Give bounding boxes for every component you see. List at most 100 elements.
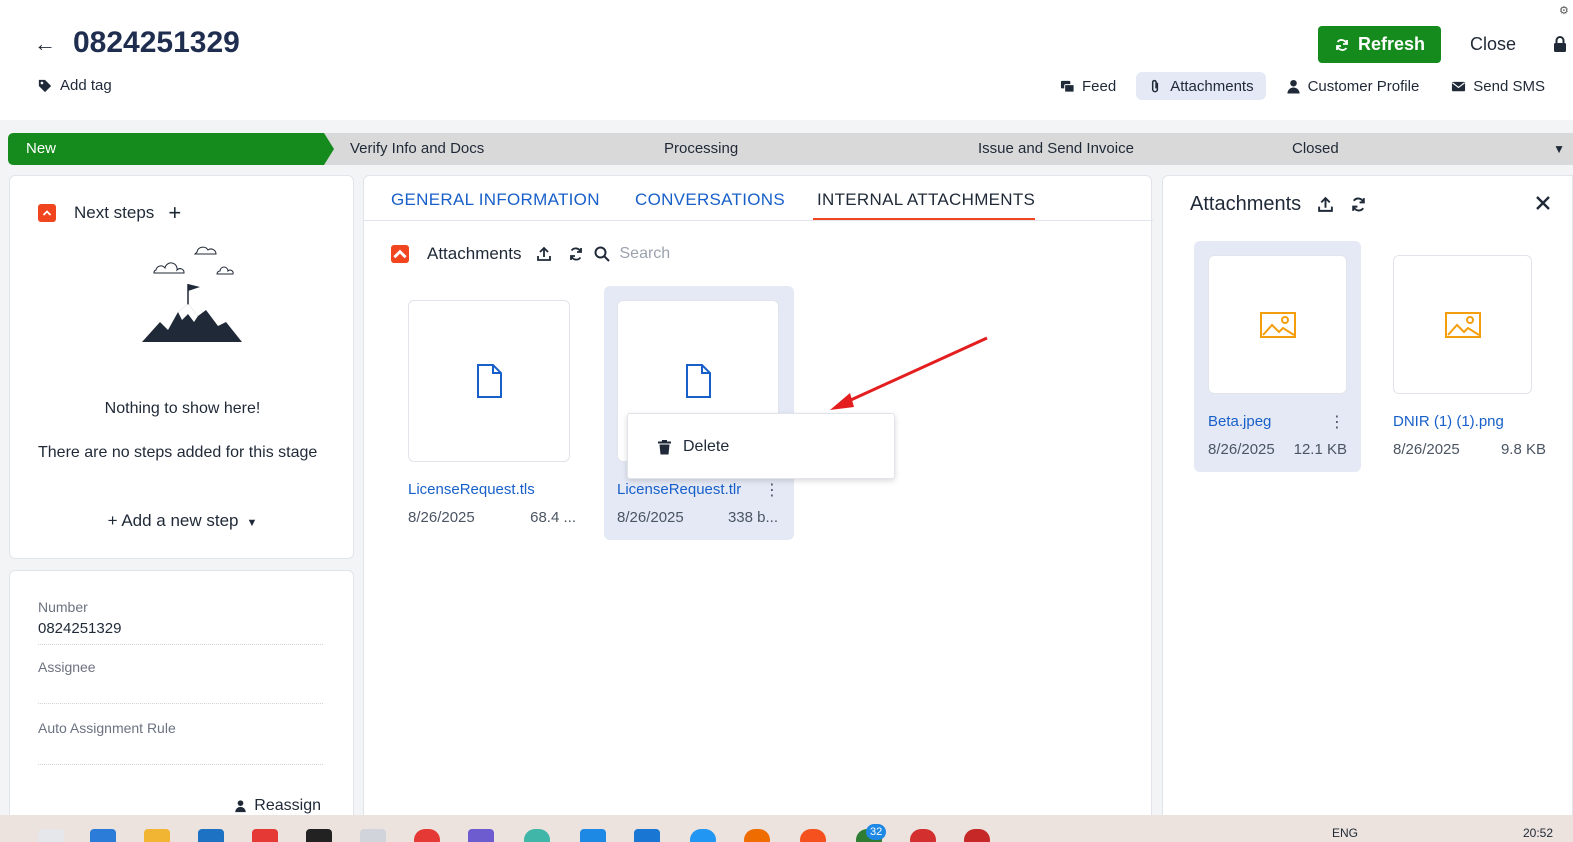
file-name[interactable]: LicenseRequest.tls <box>408 481 535 498</box>
stage-new[interactable]: New <box>8 133 338 165</box>
file-thumbnail[interactable] <box>408 300 570 462</box>
stage-dropdown-icon[interactable]: ▼ <box>1553 133 1565 165</box>
image-thumbnail[interactable] <box>1208 255 1347 394</box>
image-thumbnail[interactable] <box>1393 255 1532 394</box>
tab-internal-attachments[interactable]: INTERNAL ATTACHMENTS <box>817 190 1035 210</box>
field-divider <box>38 703 323 704</box>
mountain-flag-illustration <box>142 246 242 342</box>
taskbar-app-icon[interactable] <box>468 829 494 842</box>
reassign-button[interactable]: Reassign <box>234 797 321 815</box>
caret-down-icon[interactable]: ▼ <box>247 517 258 529</box>
delete-menu-item[interactable]: Delete <box>658 438 729 456</box>
feed-icon <box>1060 80 1075 93</box>
file-date: 8/26/2025 <box>408 509 475 526</box>
taskbar-app-icon[interactable] <box>580 829 606 842</box>
more-options-icon[interactable]: ⋮ <box>764 480 780 500</box>
stage-processing[interactable]: Processing <box>638 133 966 165</box>
collapse-toggle-icon[interactable] <box>38 204 56 222</box>
gear-icon[interactable]: ⚙ <box>1559 4 1569 17</box>
plus-icon: + <box>107 511 122 530</box>
language-indicator[interactable]: ENG <box>1332 826 1358 840</box>
taskbar-app-icon[interactable] <box>524 829 550 842</box>
taskbar-app-icon[interactable] <box>690 829 716 842</box>
image-card[interactable]: Beta.jpeg ⋮ 8/26/2025 12.1 KB <box>1194 241 1361 472</box>
clock[interactable]: 20:52 <box>1523 826 1553 840</box>
image-size: 9.8 KB <box>1500 441 1546 458</box>
notification-badge: 32 <box>866 824 887 840</box>
document-icon <box>686 364 711 398</box>
tag-icon <box>38 79 52 92</box>
collapse-toggle-icon[interactable] <box>391 245 409 263</box>
taskbar-app-icon[interactable] <box>800 829 826 842</box>
nav-tab-customer-profile[interactable]: Customer Profile <box>1274 72 1432 100</box>
taskbar-app-icon[interactable] <box>306 829 332 842</box>
taskbar-app-icon[interactable] <box>414 829 440 842</box>
stage-closed[interactable]: Closed <box>1266 133 1573 165</box>
refresh-button[interactable]: Refresh <box>1318 26 1441 63</box>
upload-icon[interactable] <box>1317 196 1334 213</box>
more-options-icon[interactable]: ⋮ <box>1329 412 1345 432</box>
taskbar-app-icon[interactable] <box>910 829 936 842</box>
taskbar-app-icon[interactable] <box>964 829 990 842</box>
add-step-plus-icon[interactable]: + <box>168 202 181 224</box>
back-arrow-icon[interactable]: ← <box>32 32 58 58</box>
tab-general-information[interactable]: GENERAL INFORMATION <box>391 190 600 210</box>
file-size: 338 b... <box>727 509 778 526</box>
add-new-step-button[interactable]: + Add a new step ▼ <box>10 511 355 531</box>
stage-issue-invoice[interactable]: Issue and Send Invoice <box>952 133 1280 165</box>
file-name[interactable]: LicenseRequest.tlr <box>617 481 741 498</box>
number-value: 0824251329 <box>38 620 122 637</box>
attachments-panel-title: Attachments <box>1190 193 1302 215</box>
lock-icon[interactable] <box>1553 35 1567 53</box>
taskbar-app-icon[interactable] <box>198 829 224 842</box>
stage-verify-info[interactable]: Verify Info and Docs <box>324 133 652 165</box>
field-divider <box>38 644 323 645</box>
stage-label: Verify Info and Docs <box>350 140 485 157</box>
next-steps-panel: Next steps + Nothing to show here! There… <box>9 175 354 559</box>
taskbar-app-icon[interactable] <box>744 829 770 842</box>
refresh-icon[interactable] <box>568 246 584 262</box>
image-icon <box>1444 311 1481 338</box>
file-size: 68.4 ... <box>530 509 576 526</box>
search-icon[interactable] <box>594 246 610 262</box>
folder-icon[interactable] <box>144 829 170 842</box>
nav-tab-attachments[interactable]: Attachments <box>1136 72 1266 100</box>
stage-label: Processing <box>664 140 739 157</box>
taskbar-app-icon[interactable] <box>634 829 660 842</box>
main-content-panel: GENERAL INFORMATION CONVERSATIONS INTERN… <box>363 175 1153 835</box>
upload-icon[interactable] <box>536 246 552 262</box>
envelope-icon <box>1452 81 1466 91</box>
taskbar-app-icon[interactable] <box>252 829 278 842</box>
add-tag-button[interactable]: Add tag <box>38 77 112 94</box>
close-icon[interactable] <box>1535 195 1551 211</box>
stage-label: New <box>26 140 57 157</box>
attachments-toolbar: Attachments <box>391 244 780 264</box>
nav-tab-label: Feed <box>1082 77 1117 95</box>
nav-tab-feed[interactable]: Feed <box>1048 72 1128 100</box>
image-date: 8/26/2025 <box>1208 441 1275 458</box>
next-steps-title: Next steps <box>74 203 155 222</box>
nav-tab-label: Customer Profile <box>1307 77 1420 95</box>
delete-label: Delete <box>683 438 730 455</box>
taskbar-app-icon[interactable] <box>90 829 116 842</box>
image-name[interactable]: Beta.jpeg <box>1208 413 1271 430</box>
empty-state-title: Nothing to show here! <box>104 400 261 417</box>
refresh-label: Refresh <box>1357 34 1426 54</box>
taskbar-app-icon[interactable] <box>38 829 64 842</box>
add-new-step-label: Add a new step <box>121 511 239 530</box>
paperclip-icon <box>1152 79 1159 92</box>
reassign-label: Reassign <box>254 797 321 814</box>
file-date: 8/26/2025 <box>617 509 684 526</box>
image-card[interactable]: DNIR (1) (1).png 8/26/2025 9.8 KB <box>1379 241 1546 472</box>
tab-conversations[interactable]: CONVERSATIONS <box>635 190 785 210</box>
nav-tab-send-sms[interactable]: Send SMS <box>1439 72 1557 100</box>
image-date: 8/26/2025 <box>1393 441 1460 458</box>
refresh-icon[interactable] <box>1350 196 1367 213</box>
search-input[interactable] <box>619 245 780 263</box>
close-button[interactable]: Close <box>1470 34 1516 55</box>
image-name[interactable]: DNIR (1) (1).png <box>1393 413 1504 430</box>
image-icon <box>1259 311 1296 338</box>
taskbar-app-icon[interactable] <box>360 829 386 842</box>
file-card[interactable]: LicenseRequest.tls 8/26/2025 68.4 ... <box>402 286 592 540</box>
add-tag-label: Add tag <box>60 77 112 94</box>
